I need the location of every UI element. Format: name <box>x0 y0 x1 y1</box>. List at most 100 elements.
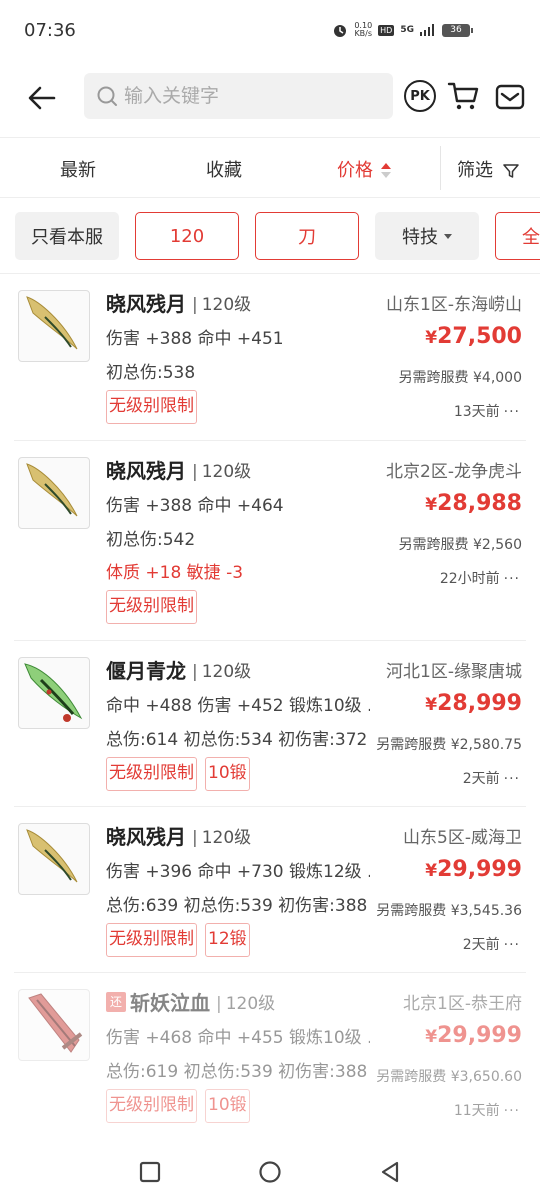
item-tags: 无级别限制 12锻 <box>106 923 250 957</box>
tag-no-level-limit: 无级别限制 <box>106 590 197 624</box>
chip-special-label: 特技 <box>402 227 438 248</box>
chip-level[interactable]: 120 <box>135 212 239 260</box>
item-name: 偃月青龙 <box>106 659 186 683</box>
net-speed: 0.10 KB/s <box>354 21 373 38</box>
sort-favorites[interactable]: 收藏 <box>206 156 242 182</box>
item-time: 2天前 ··· <box>462 937 520 953</box>
recent-apps-icon[interactable] <box>138 1160 162 1184</box>
back-arrow-icon[interactable] <box>24 80 60 116</box>
more-icon[interactable]: ··· <box>504 937 520 953</box>
sort-bar: 最新 收藏 价格 筛选 <box>0 138 540 198</box>
item-title-row: 还 斩妖泣血 120级 <box>106 987 275 1016</box>
tag-no-level-limit: 无级别限制 <box>106 1089 197 1123</box>
more-icon[interactable]: ··· <box>504 404 520 420</box>
list-item[interactable]: 还 斩妖泣血 120级 伤害 +468 命中 +455 锻炼10级 ... 总伤… <box>0 973 540 1140</box>
item-time: 11天前 ··· <box>453 1103 520 1119</box>
item-price: ¥28,988 <box>425 491 522 516</box>
more-icon[interactable]: ··· <box>504 1103 520 1119</box>
return-badge: 还 <box>106 991 126 1012</box>
system-nav-bar <box>0 1140 540 1204</box>
chip-server-only[interactable]: 只看本服 <box>15 212 119 260</box>
search-header: PK <box>0 62 540 138</box>
item-time: 2天前 ··· <box>462 771 520 787</box>
pk-icon[interactable]: PK <box>404 80 436 112</box>
list-item[interactable]: 偃月青龙 120级 命中 +488 伤害 +452 锻炼10级 ... 总伤:6… <box>0 641 540 807</box>
item-transfer-fee: 另需跨服费 ¥3,545.36 <box>376 903 522 919</box>
cart-icon[interactable] <box>446 79 480 113</box>
home-icon[interactable] <box>258 1160 282 1184</box>
item-damage: 总伤:639 初总伤:539 初伤害:388 <box>106 896 368 916</box>
list-item[interactable]: 晓风残月 120级 伤害 +388 命中 +464 初总伤:542 体质 +18… <box>0 441 540 641</box>
status-icons: 0.10 KB/s HD 5G 36 <box>332 21 473 38</box>
chip-special[interactable]: 特技 <box>375 212 479 260</box>
item-thumbnail <box>18 657 90 729</box>
item-level: 120级 <box>216 989 275 1014</box>
tag-no-level-limit: 无级别限制 <box>106 390 197 424</box>
sort-arrows-icon <box>381 163 391 179</box>
item-tags: 无级别限制 <box>106 590 197 624</box>
item-price: ¥29,999 <box>425 857 522 882</box>
item-title-row: 晓风残月 120级 <box>106 455 251 484</box>
item-thumbnail <box>18 989 90 1061</box>
caret-down-icon <box>444 233 452 239</box>
more-icon[interactable]: ··· <box>504 571 520 587</box>
more-icon[interactable]: ··· <box>504 771 520 787</box>
search-input[interactable] <box>124 85 384 107</box>
item-level: 120级 <box>192 457 251 482</box>
golden-blade-icon <box>26 296 78 350</box>
item-stats: 伤害 +468 命中 +455 锻炼10级 ... <box>106 1028 370 1048</box>
item-damage: 初总伤:538 <box>106 363 196 383</box>
status-bar: 07:36 0.10 KB/s HD 5G 36 <box>0 0 540 62</box>
green-dragon-blade-icon <box>24 663 83 722</box>
item-stats: 伤害 +388 命中 +464 <box>106 496 284 516</box>
item-tags: 无级别限制 10锻 <box>106 1089 250 1123</box>
item-damage: 总伤:619 初总伤:539 初伤害:388 <box>106 1062 368 1082</box>
item-name: 斩妖泣血 <box>130 991 210 1015</box>
tag-forge-level: 10锻 <box>205 757 250 791</box>
item-title-row: 晓风残月 120级 <box>106 821 251 850</box>
item-level: 120级 <box>192 657 251 682</box>
chip-weapon[interactable]: 刀 <box>255 212 359 260</box>
signal-5g-icon: 5G <box>400 25 414 35</box>
item-transfer-fee: 另需跨服费 ¥3,650.60 <box>376 1069 522 1085</box>
item-server: 山东5区-威海卫 <box>403 828 522 848</box>
mail-icon[interactable] <box>494 81 526 113</box>
chip-all[interactable]: 全 <box>495 212 540 260</box>
item-server: 北京2区-龙争虎斗 <box>386 462 522 482</box>
signal-bars-icon <box>420 24 434 36</box>
battery-icon: 36 <box>442 23 473 37</box>
alarm-icon <box>334 25 347 37</box>
item-stats: 伤害 +388 命中 +451 <box>106 329 284 349</box>
item-title-row: 偃月青龙 120级 <box>106 655 251 684</box>
item-attributes: 体质 +18 敏捷 -3 <box>106 563 244 583</box>
item-price: ¥29,999 <box>425 1023 522 1048</box>
status-time: 07:36 <box>24 20 76 41</box>
item-server: 河北1区-缘聚唐城 <box>386 662 522 682</box>
filter-button[interactable]: 筛选 <box>457 156 519 182</box>
item-transfer-fee: 另需跨服费 ¥2,560 <box>398 537 522 553</box>
item-stats: 命中 +488 伤害 +452 锻炼10级 ... <box>106 696 370 716</box>
item-server: 山东1区-东海崂山 <box>386 295 522 315</box>
golden-blade-icon <box>26 463 78 517</box>
tag-no-level-limit: 无级别限制 <box>106 923 197 957</box>
item-tags: 无级别限制 10锻 <box>106 757 250 791</box>
item-damage: 总伤:614 初总伤:534 初伤害:372 <box>106 730 368 750</box>
item-time: 22小时前 ··· <box>439 571 520 587</box>
item-name: 晓风残月 <box>106 825 186 849</box>
item-name: 晓风残月 <box>106 459 186 483</box>
tag-forge-level: 10锻 <box>205 1089 250 1123</box>
search-icon <box>97 86 117 106</box>
sort-price[interactable]: 价格 <box>337 156 391 182</box>
funnel-icon <box>502 164 519 178</box>
search-box[interactable] <box>84 73 393 119</box>
sort-newest[interactable]: 最新 <box>60 156 96 182</box>
list-item[interactable]: 晓风残月 120级 伤害 +388 命中 +451 初总伤:538 无级别限制 … <box>0 274 540 441</box>
filter-chip-bar: 只看本服 120 刀 特技 全 <box>0 198 540 274</box>
item-thumbnail <box>18 457 90 529</box>
item-price: ¥28,999 <box>425 691 522 716</box>
item-transfer-fee: 另需跨服费 ¥4,000 <box>398 370 522 386</box>
item-server: 北京1区-恭王府 <box>403 994 522 1014</box>
back-nav-icon[interactable] <box>378 1160 402 1184</box>
list-item[interactable]: 晓风残月 120级 伤害 +396 命中 +730 锻炼12级 ... 总伤:6… <box>0 807 540 973</box>
item-tags: 无级别限制 <box>106 390 197 424</box>
